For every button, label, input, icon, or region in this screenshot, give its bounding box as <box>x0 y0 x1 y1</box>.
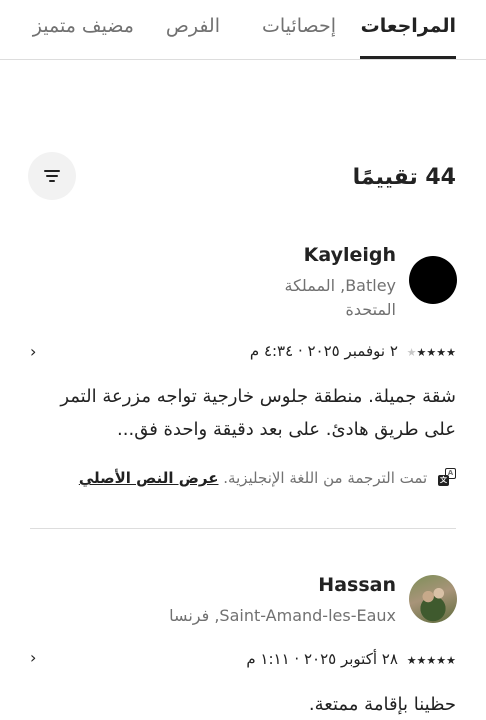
review-text: حظينا بإقامة ممتعة. <box>308 694 456 715</box>
avatar[interactable] <box>409 256 457 304</box>
reviewer-name: Hassan <box>318 574 396 596</box>
translation-text: تمت الترجمة من اللغة الإنجليزية. <box>223 469 428 487</box>
rating-stars: ★★★★★ <box>406 346 456 359</box>
filter-button[interactable] <box>28 152 76 200</box>
translate-icon: A文 <box>438 468 456 486</box>
reviews-screen: المراجعات إحصائيات الفرص مضيف متميز 44 ت… <box>0 0 486 720</box>
reviewer-name: Kayleigh <box>303 244 396 266</box>
reviewer-location: Batley, المملكة المتحدة <box>284 276 396 319</box>
review-divider <box>30 528 456 529</box>
tab-statistics[interactable]: إحصائيات <box>262 13 336 39</box>
review-meta: ★★★★★ ٢ نوفمبر ٢٠٢٥ · ٤:٣٤ م <box>250 342 456 362</box>
review-meta: ★★★★★ ٢٨ أكتوبر ٢٠٢٥ · ١:١١ م <box>246 650 456 670</box>
review-date: ٢٨ أكتوبر ٢٠٢٥ · ١:١١ م <box>246 650 398 668</box>
avatar[interactable] <box>409 575 457 623</box>
review-date: ٢ نوفمبر ٢٠٢٥ · ٤:٣٤ م <box>249 342 398 360</box>
tab-opportunities[interactable]: الفرص <box>166 13 220 39</box>
translation-note: A文 تمت الترجمة من اللغة الإنجليزية. عرض … <box>79 468 456 487</box>
chevron-left-icon[interactable]: ‹ <box>30 648 36 667</box>
chevron-left-icon[interactable]: ‹ <box>30 342 36 361</box>
tab-bar: المراجعات إحصائيات الفرص مضيف متميز <box>0 0 486 60</box>
tab-reviews[interactable]: المراجعات <box>361 13 456 39</box>
reviews-count: 44 تقييمًا <box>352 165 456 190</box>
show-original-link[interactable]: عرض النص الأصلي <box>79 469 219 487</box>
rating-stars: ★★★★★ <box>406 654 456 667</box>
tab-superhost[interactable]: مضيف متميز <box>33 13 134 39</box>
active-tab-indicator <box>360 56 456 59</box>
reviewer-location: Saint-Amand-les-Eaux, فرنسا <box>169 606 396 625</box>
review-text: شقة جميلة. منطقة جلوس خارجية تواجه مزرعة… <box>60 386 456 440</box>
